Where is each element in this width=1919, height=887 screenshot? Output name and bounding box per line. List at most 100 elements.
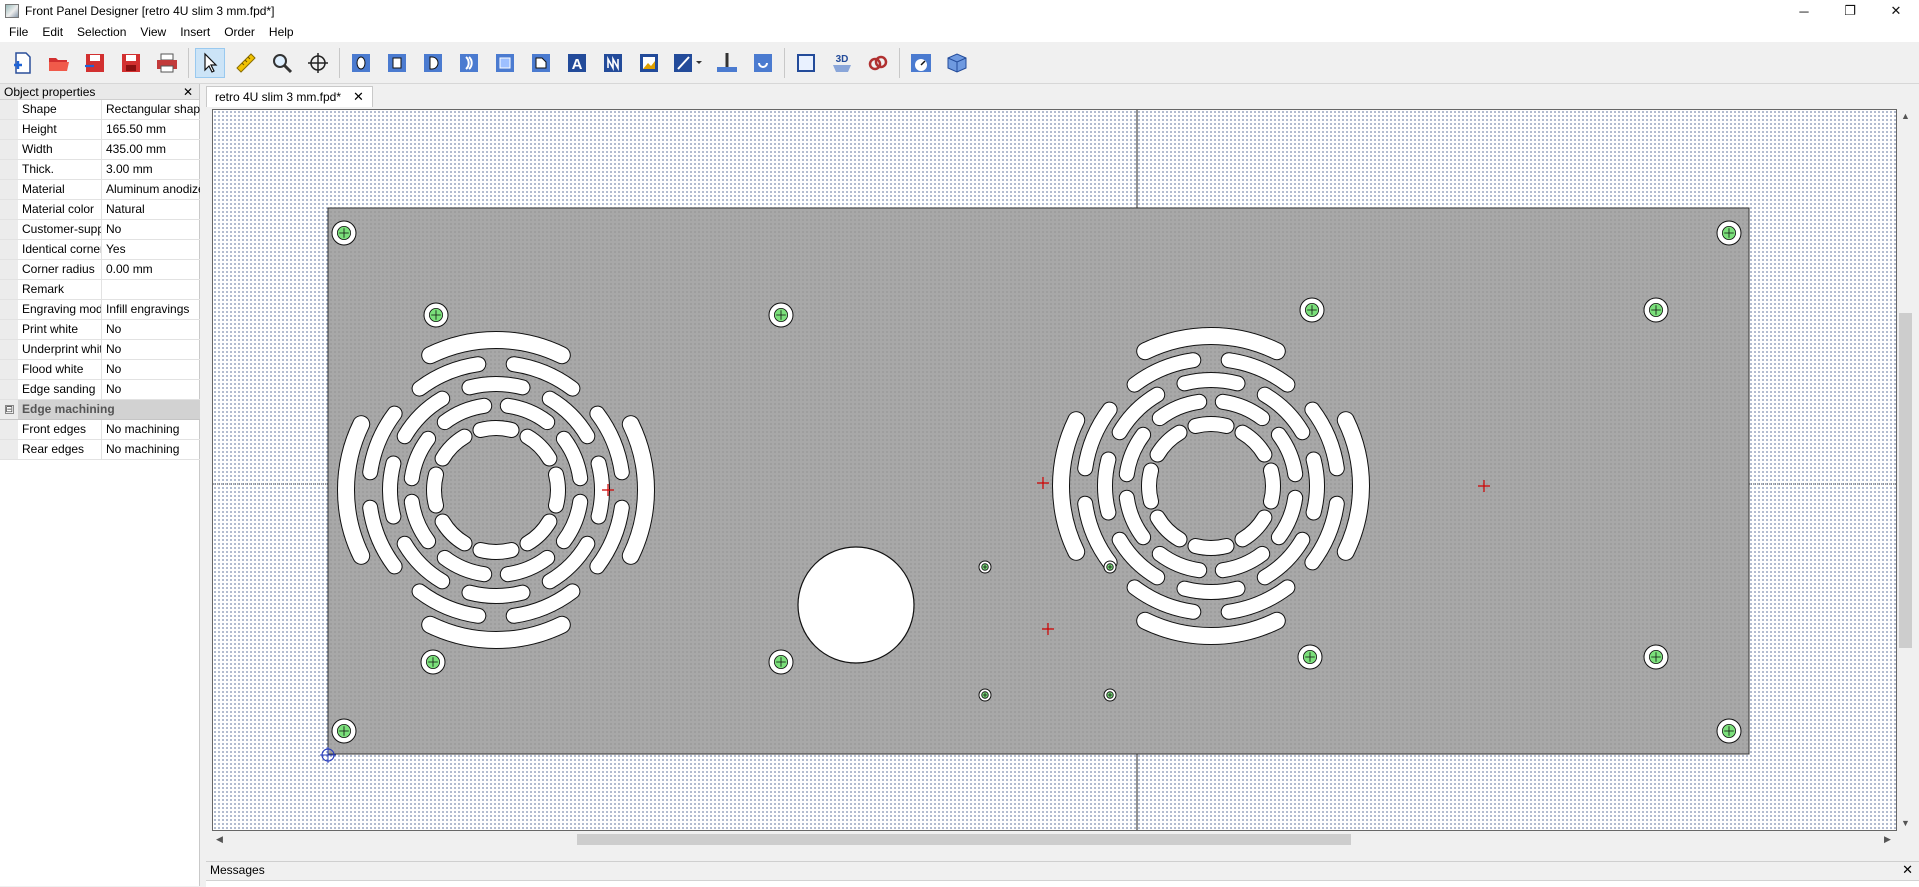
fan-screw [1643,297,1669,323]
title-bar: Front Panel Designer [retro 4U slim 3 mm… [0,0,1919,22]
panel-close-button[interactable]: ✕ [183,85,193,99]
property-value[interactable]: No [102,320,200,339]
property-row-shape[interactable]: Shape Rectangular shape [0,100,200,120]
connector-screw [978,688,992,702]
slot-cutout [383,456,401,524]
scroll-down-arrow[interactable]: ▼ [1901,818,1910,828]
property-row-customer-supplied[interactable]: Customer-suppliedNo [0,220,200,240]
property-row-thickness[interactable]: Thick. 3.00 mm [0,160,200,180]
property-value[interactable]: No [102,220,200,239]
scroll-left-arrow[interactable]: ◀ [216,834,223,845]
menu-help[interactable]: Help [262,22,301,42]
property-value[interactable]: Infill engravings [102,300,200,319]
text-on-path-button[interactable] [598,48,628,78]
row-gutter [0,340,18,359]
property-value[interactable]: No [102,380,200,399]
panel-title: Object properties [4,84,96,99]
close-window-button[interactable]: ✕ [1873,0,1919,22]
property-value[interactable]: 165.50 mm [102,120,200,139]
contour-button[interactable] [526,48,556,78]
order-button[interactable] [942,48,972,78]
menu-file[interactable]: File [2,22,35,42]
property-row-material-color[interactable]: Material color Natural [0,200,200,220]
property-value[interactable]: Aluminum anodized [102,180,200,199]
save-button[interactable] [116,48,146,78]
property-row-print-white[interactable]: Print white No [0,320,200,340]
scroll-up-arrow[interactable]: ▲ [1901,111,1910,121]
line-tool-button[interactable] [670,48,706,78]
slot-cutout [1188,539,1234,555]
property-row-identical-corners[interactable]: Identical corners Yes [0,240,200,260]
restore-button[interactable]: ❐ [1827,0,1873,22]
property-row-height[interactable]: Height 165.50 mm [0,120,200,140]
property-value[interactable]: Yes [102,240,200,259]
text-tool-button[interactable]: A [562,48,592,78]
pocket-button[interactable] [490,48,520,78]
vertical-scroll-thumb[interactable] [1899,313,1912,648]
property-row-width[interactable]: Width 435.00 mm [0,140,200,160]
property-value[interactable]: No [102,360,200,379]
messages-close-button[interactable]: ✕ [1902,862,1913,878]
property-value[interactable]: Natural [102,200,200,219]
menu-edit[interactable]: Edit [35,22,70,42]
tab-document[interactable]: retro 4U slim 3 mm.fpd* ✕ [206,86,373,107]
front-panel[interactable] [327,207,1750,755]
property-row-remark[interactable]: Remark [0,280,200,300]
transform-button[interactable] [748,48,778,78]
double-d-hole-button[interactable] [454,48,484,78]
property-value[interactable]: No machining [102,420,200,439]
d-hole-button[interactable] [418,48,448,78]
horizontal-scrollbar[interactable]: ◀ ▶ [212,831,1897,848]
property-value[interactable]: 0.00 mm [102,260,200,279]
category-edge-machining[interactable]: ⊟ Edge machining [0,400,200,420]
property-row-front-edges[interactable]: Front edges No machining [0,420,200,440]
select-tool-button[interactable] [195,47,225,78]
property-row-flood-white[interactable]: Flood white No [0,360,200,380]
property-value[interactable]: 435.00 mm [102,140,200,159]
property-row-edge-sanding[interactable]: Edge sanding No [0,380,200,400]
rect-hole-button[interactable] [382,48,412,78]
menu-selection[interactable]: Selection [70,22,133,42]
open-folder-icon [49,57,69,71]
panel-drawing[interactable] [213,110,1897,831]
property-row-rear-edges[interactable]: Rear edges No machining [0,440,200,460]
property-row-underprint-white[interactable]: Underprint white No [0,340,200,360]
property-row-corner-radius[interactable]: Corner radius 0.00 mm [0,260,200,280]
drawing-canvas[interactable] [212,109,1897,831]
minimize-button[interactable]: ─ [1781,0,1827,22]
property-row-material[interactable]: MaterialAluminum anodized [0,180,200,200]
hole-tool-button[interactable] [712,48,742,78]
origin-tool-button[interactable] [303,48,333,78]
new-file-button[interactable] [8,48,38,78]
print-button[interactable] [152,48,182,78]
property-value[interactable]: No machining [102,440,200,459]
menu-view[interactable]: View [133,22,173,42]
graphic-button[interactable] [634,48,664,78]
link-button[interactable] [863,48,893,78]
property-row-engraving-mode[interactable]: Engraving mode Infill engravings [0,300,200,320]
vertical-scrollbar[interactable]: ▲ ▼ [1897,109,1914,831]
image-icon [640,53,658,72]
open-file-button[interactable] [44,48,74,78]
measure-tool-button[interactable] [231,48,261,78]
large-round-cutout [797,546,915,664]
slot-cutout [1177,581,1245,599]
preview-3d-button[interactable]: 3D [827,48,857,78]
price-calc-button[interactable] [906,48,936,78]
horizontal-scroll-thumb[interactable] [577,834,1351,845]
save-icon [122,53,140,72]
property-value[interactable]: Rectangular shape [102,100,200,119]
collapse-icon[interactable]: ⊟ [4,405,14,414]
zoom-tool-button[interactable] [267,48,297,78]
property-value[interactable] [102,280,200,299]
row-gutter [0,280,18,299]
panel-outline-button[interactable] [791,48,821,78]
menu-insert[interactable]: Insert [173,22,217,42]
menu-order[interactable]: Order [217,22,262,42]
save-as-button[interactable] [80,48,110,78]
tab-close-button[interactable]: ✕ [353,89,364,105]
property-value[interactable]: 3.00 mm [102,160,200,179]
scroll-right-arrow[interactable]: ▶ [1884,834,1891,845]
property-value[interactable]: No [102,340,200,359]
round-hole-button[interactable] [346,48,376,78]
